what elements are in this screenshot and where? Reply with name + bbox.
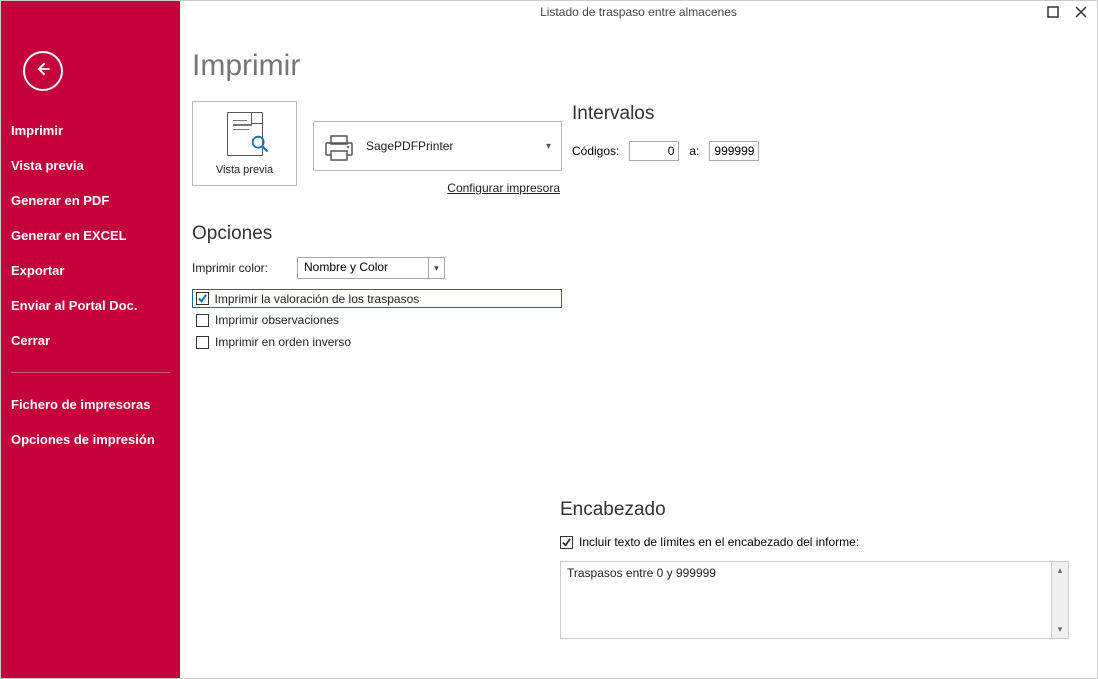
sidebar-item-vista-previa[interactable]: Vista previa (1, 148, 180, 183)
checkbox-orden-inverso-label: Imprimir en orden inverso (215, 335, 351, 349)
sidebar-divider (11, 372, 170, 373)
configure-printer-link[interactable]: Configurar impresora (313, 181, 562, 195)
sidebar-item-opciones-impresion[interactable]: Opciones de impresión (1, 422, 180, 457)
encabezado-section: Encabezado Incluir texto de límites en e… (560, 499, 1069, 639)
checkbox-icon (560, 536, 573, 549)
maximize-button[interactable] (1043, 3, 1063, 23)
checkbox-incluir-limites-label: Incluir texto de límites en el encabezad… (579, 535, 859, 549)
printer-icon (322, 133, 356, 159)
chevron-down-icon: ▾ (428, 258, 444, 278)
checkbox-valoracion-label: Imprimir la valoración de los traspasos (215, 292, 420, 306)
close-button[interactable] (1071, 3, 1091, 23)
codigos-to-input[interactable] (709, 141, 759, 161)
opciones-heading: Opciones (192, 223, 562, 245)
magnifier-icon (249, 133, 271, 160)
textarea-scrollbar[interactable]: ▴ ▾ (1052, 561, 1069, 639)
checkbox-icon (196, 292, 209, 305)
chevron-down-icon: ▾ (546, 141, 551, 152)
sidebar-item-exportar[interactable]: Exportar (1, 253, 180, 288)
close-icon (1075, 5, 1087, 21)
checkbox-observaciones[interactable]: Imprimir observaciones (192, 310, 562, 330)
checkbox-incluir-limites[interactable]: Incluir texto de límites en el encabezad… (560, 535, 1069, 549)
intervalos-heading: Intervalos (572, 103, 1069, 125)
sidebar-item-imprimir[interactable]: Imprimir (1, 113, 180, 148)
encabezado-textarea[interactable] (560, 561, 1052, 639)
sidebar-item-generar-pdf[interactable]: Generar en PDF (1, 183, 180, 218)
imprimir-color-select[interactable]: Nombre y Color ▾ (297, 257, 445, 279)
sidebar-item-enviar-portal[interactable]: Enviar al Portal Doc. (1, 288, 180, 323)
encabezado-heading: Encabezado (560, 499, 1069, 521)
sidebar: Imprimir Vista previa Generar en PDF Gen… (1, 1, 180, 678)
checkbox-orden-inverso[interactable]: Imprimir en orden inverso (192, 332, 562, 352)
maximize-icon (1047, 5, 1059, 21)
main-panel: Listado de traspaso entre almacenes Impr… (180, 1, 1097, 678)
scroll-down-icon[interactable]: ▾ (1052, 621, 1068, 638)
printer-name: SagePDFPrinter (366, 139, 453, 153)
codigos-from-input[interactable] (629, 141, 679, 161)
sidebar-primary-list: Imprimir Vista previa Generar en PDF Gen… (1, 113, 180, 457)
sidebar-item-cerrar[interactable]: Cerrar (1, 323, 180, 358)
checkbox-icon (196, 314, 209, 327)
checkbox-observaciones-label: Imprimir observaciones (215, 313, 339, 327)
printer-select[interactable]: SagePDFPrinter ▾ (313, 121, 562, 171)
imprimir-color-label: Imprimir color: (192, 261, 297, 275)
imprimir-color-value: Nombre y Color (304, 260, 388, 274)
vista-previa-button[interactable]: Vista previa (192, 101, 297, 186)
codigos-label: Códigos: (572, 144, 619, 158)
checkbox-valoracion[interactable]: Imprimir la valoración de los traspasos (192, 289, 562, 308)
checkbox-icon (196, 336, 209, 349)
window-title: Listado de traspaso entre almacenes (180, 5, 1097, 19)
sidebar-item-generar-excel[interactable]: Generar en EXCEL (1, 218, 180, 253)
title-bar: Listado de traspaso entre almacenes (180, 1, 1097, 29)
vista-previa-label: Vista previa (216, 164, 273, 176)
sidebar-item-fichero-impresoras[interactable]: Fichero de impresoras (1, 387, 180, 422)
scroll-up-icon[interactable]: ▴ (1052, 562, 1068, 579)
page-title: Imprimir (192, 49, 562, 83)
back-button[interactable] (23, 51, 63, 91)
arrow-left-icon (33, 59, 53, 84)
codigos-separator: a: (689, 144, 699, 158)
